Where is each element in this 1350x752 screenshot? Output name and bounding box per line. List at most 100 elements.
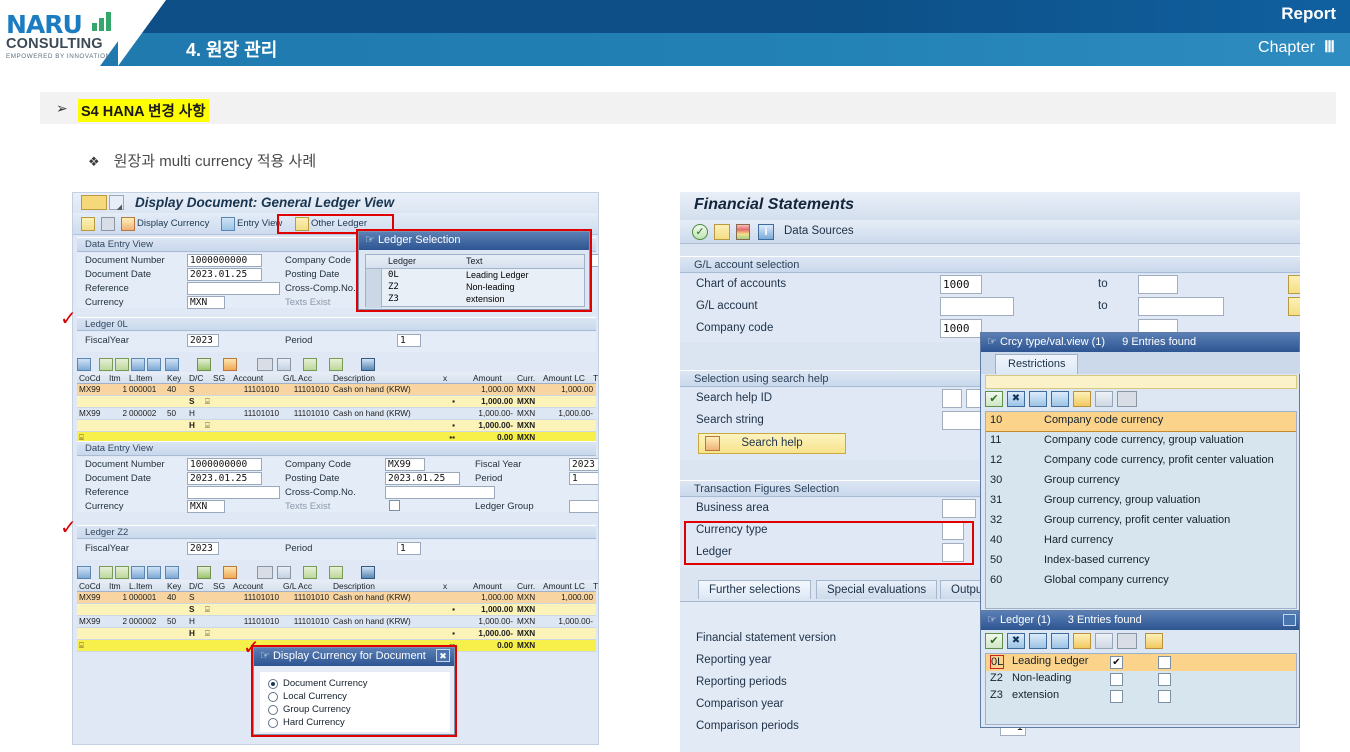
field-chart-of-accounts[interactable]: 1000: [940, 275, 982, 294]
crcy-table-row[interactable]: 10Company code currency: [986, 412, 1296, 432]
ledger-table-row[interactable]: Z3extension: [986, 688, 1296, 705]
field-document-date-1[interactable]: 2023.01.25: [187, 268, 262, 281]
help-icon-ledger[interactable]: [1095, 633, 1113, 649]
copy-variant-icon[interactable]: [714, 224, 730, 240]
field-reference-2[interactable]: [187, 486, 280, 499]
export-icon-2[interactable]: [303, 566, 317, 579]
find-next-icon-crcy[interactable]: [1051, 391, 1069, 407]
print-icon[interactable]: [101, 217, 115, 231]
subtotal-icon[interactable]: [223, 358, 237, 371]
find-next-icon-2[interactable]: [147, 566, 161, 579]
traffic-light-icon[interactable]: [736, 224, 750, 240]
info-icon-2[interactable]: [361, 566, 375, 579]
field-document-number-1[interactable]: 1000000000: [187, 254, 262, 267]
field-cross-comp-no-2[interactable]: [385, 486, 495, 499]
field-fiscal-year-2[interactable]: 2023: [569, 458, 599, 471]
confirm-icon[interactable]: ✔: [985, 391, 1003, 407]
multiple-selection-icon-2[interactable]: [1288, 297, 1300, 316]
field-posting-date-2[interactable]: 2023.01.25: [385, 472, 460, 485]
field-currency-2[interactable]: MXN: [187, 500, 225, 513]
field-reference-1[interactable]: [187, 282, 280, 295]
field-business-area[interactable]: [942, 499, 976, 518]
crcy-table-row[interactable]: 60Global company currency: [986, 572, 1296, 592]
ledger-table-row[interactable]: 0LLeading Ledger✔: [986, 654, 1296, 671]
find-icon-ledger[interactable]: [1029, 633, 1047, 649]
grid-row[interactable]: MX99100000140S1110101011101010Cash on ha…: [77, 592, 596, 604]
views-icon[interactable]: [277, 358, 291, 371]
field-fiscalyear-0l[interactable]: 2023: [187, 334, 219, 347]
entry-view-icon[interactable]: [221, 217, 235, 231]
toolbar-data-sources[interactable]: Data Sources: [784, 225, 854, 237]
layout-icon-2[interactable]: [329, 566, 343, 579]
field-gl-account-to[interactable]: [1138, 297, 1224, 316]
field-period-2[interactable]: 1: [569, 472, 599, 485]
grid-row[interactable]: MX99100000140S1110101011101010Cash on ha…: [77, 384, 596, 396]
grid-row[interactable]: S▪1,000.00MXN⌸: [77, 396, 596, 408]
execute-icon[interactable]: ✓: [692, 224, 708, 240]
confirm-icon-ledger[interactable]: ✔: [985, 633, 1003, 649]
crcy-popup-tab-restrictions[interactable]: Restrictions: [995, 354, 1078, 374]
toolbar-display-currency[interactable]: Display Currency: [137, 218, 209, 229]
subtotal-icon-2[interactable]: [223, 566, 237, 579]
print-preview-icon[interactable]: [257, 358, 273, 371]
tab-special-evaluations[interactable]: Special evaluations: [816, 580, 937, 599]
find-icon[interactable]: [131, 358, 145, 371]
copy-icon[interactable]: [81, 217, 95, 231]
cancel-icon[interactable]: ✖: [1007, 391, 1025, 407]
tab-further-selections[interactable]: Further selections: [698, 580, 811, 599]
grid-row[interactable]: H▪1,000.00-MXN⌸: [77, 628, 596, 640]
sort-descending-icon-2[interactable]: [115, 566, 129, 579]
sort-ascending-icon-2[interactable]: [99, 566, 113, 579]
add-favorite-icon-ledger[interactable]: [1073, 633, 1091, 649]
find-icon-2[interactable]: [131, 566, 145, 579]
crcy-table-row[interactable]: 40Hard currency: [986, 532, 1296, 552]
field-chart-of-accounts-to[interactable]: [1138, 275, 1178, 294]
ledger-leading-checkbox[interactable]: [1110, 690, 1123, 703]
ledger-rollup-checkbox[interactable]: [1158, 690, 1171, 703]
add-favorite-icon[interactable]: [1073, 391, 1091, 407]
sort-descending-icon[interactable]: [115, 358, 129, 371]
crcy-table-row[interactable]: 31Group currency, group valuation: [986, 492, 1296, 512]
field-period-z2[interactable]: 1: [397, 542, 421, 555]
field-search-help-id[interactable]: [942, 389, 962, 408]
field-company-code-2[interactable]: MX99: [385, 458, 425, 471]
info-icon-fs[interactable]: i: [758, 224, 774, 240]
export-icon[interactable]: [303, 358, 317, 371]
field-fiscalyear-z2[interactable]: 2023: [187, 542, 219, 555]
crcy-table-row[interactable]: 12Company code currency, profit center v…: [986, 452, 1296, 472]
sum-icon[interactable]: [197, 358, 211, 371]
field-gl-account[interactable]: [940, 297, 1014, 316]
find-icon-crcy[interactable]: [1029, 391, 1047, 407]
crcy-popup-restriction-row[interactable]: [985, 375, 1297, 389]
window-menu-icon[interactable]: [109, 195, 124, 210]
field-document-number-2[interactable]: 1000000000: [187, 458, 262, 471]
find-next-icon[interactable]: [147, 358, 161, 371]
sum-icon-2[interactable]: [197, 566, 211, 579]
multiple-selection-icon-1[interactable]: [1288, 275, 1300, 294]
crcy-table-row[interactable]: 11Company code currency, group valuation: [986, 432, 1296, 452]
crcy-table-row[interactable]: 50Index-based currency: [986, 552, 1296, 572]
checkbox-texts-exist[interactable]: [389, 500, 400, 511]
detail-icon-2[interactable]: [77, 566, 91, 579]
ledger-leading-checkbox[interactable]: ✔: [1110, 656, 1123, 669]
field-company-code[interactable]: 1000: [940, 319, 982, 338]
grid-row[interactable]: S▪1,000.00MXN⌸: [77, 604, 596, 616]
info-icon[interactable]: [361, 358, 375, 371]
ledger-leading-checkbox[interactable]: [1110, 673, 1123, 686]
print-preview-icon-2[interactable]: [257, 566, 273, 579]
help-icon[interactable]: [1095, 391, 1113, 407]
display-currency-icon[interactable]: [121, 217, 135, 231]
grid-row[interactable]: H▪1,000.00-MXN⌸: [77, 420, 596, 432]
crcy-table-row[interactable]: 30Group currency: [986, 472, 1296, 492]
sort-ascending-icon[interactable]: [99, 358, 113, 371]
cancel-icon-ledger[interactable]: ✖: [1007, 633, 1025, 649]
toolbar-entry-view[interactable]: Entry View: [237, 218, 282, 229]
minimize-icon[interactable]: [1283, 614, 1296, 626]
crcy-table-row[interactable]: 32Group currency, profit center valuatio…: [986, 512, 1296, 532]
ledger-rollup-checkbox[interactable]: [1158, 673, 1171, 686]
field-ledger-group[interactable]: [569, 500, 599, 513]
ledger-rollup-checkbox[interactable]: [1158, 656, 1171, 669]
filter-icon[interactable]: [165, 358, 179, 371]
views-icon-2[interactable]: [277, 566, 291, 579]
print-icon-ledger[interactable]: [1117, 633, 1137, 649]
